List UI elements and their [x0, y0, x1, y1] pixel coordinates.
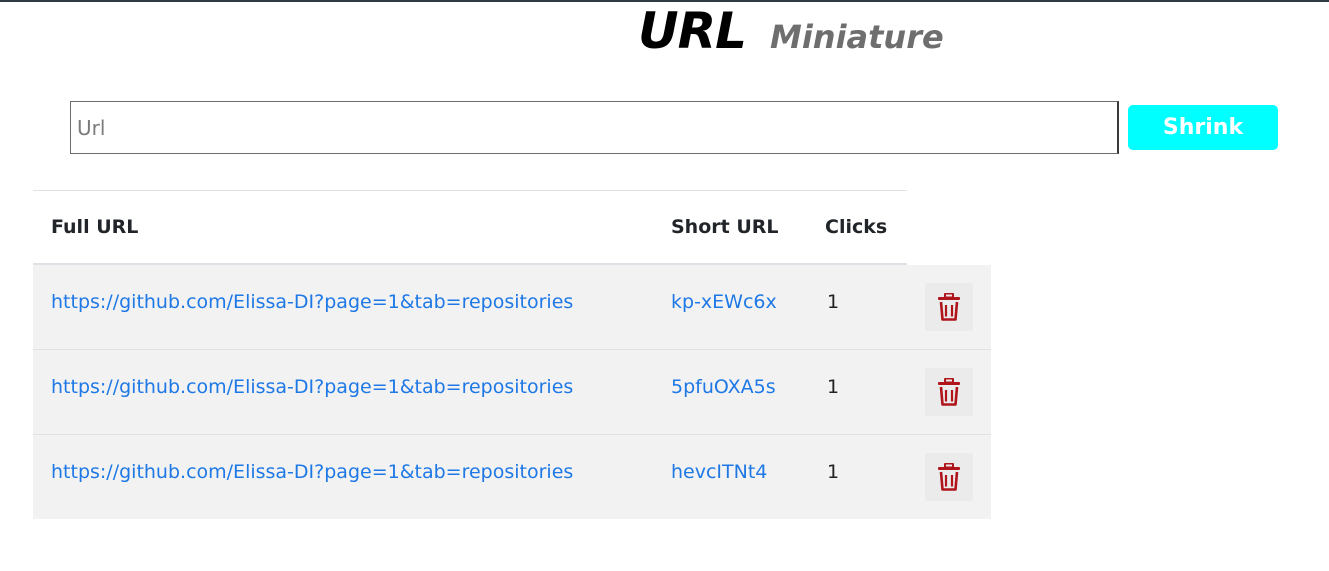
table-row: https://github.com/Elissa-DI?page=1&tab=…: [33, 349, 991, 434]
shorten-form: Shrink: [70, 101, 1278, 154]
table-row: https://github.com/Elissa-DI?page=1&tab=…: [33, 265, 991, 349]
click-count: 1: [827, 461, 840, 483]
trash-icon: [938, 378, 960, 406]
header-clicks: Clicks: [825, 216, 888, 238]
trash-icon: [938, 293, 960, 321]
logo-subtitle: Miniature: [769, 18, 944, 56]
short-url-link[interactable]: kp-xEWc6x: [671, 291, 777, 313]
header-full-url: Full URL: [51, 216, 139, 238]
shrink-button[interactable]: Shrink: [1128, 105, 1278, 150]
click-count: 1: [827, 291, 840, 313]
url-table-body: https://github.com/Elissa-DI?page=1&tab=…: [33, 265, 991, 519]
logo-title: URL: [638, 2, 747, 60]
trash-icon: [938, 463, 960, 491]
short-url-link[interactable]: 5pfuOXA5s: [671, 376, 776, 398]
header-short-url: Short URL: [671, 216, 779, 238]
click-count: 1: [827, 376, 840, 398]
delete-button[interactable]: [925, 368, 973, 416]
full-url-link[interactable]: https://github.com/Elissa-DI?page=1&tab=…: [51, 376, 573, 398]
full-url-link[interactable]: https://github.com/Elissa-DI?page=1&tab=…: [51, 461, 573, 483]
app-logo: URL Miniature: [638, 2, 944, 60]
full-url-link[interactable]: https://github.com/Elissa-DI?page=1&tab=…: [51, 291, 573, 313]
short-url-link[interactable]: hevcITNt4: [671, 461, 767, 483]
table-row: https://github.com/Elissa-DI?page=1&tab=…: [33, 434, 991, 519]
url-input[interactable]: [70, 101, 1119, 154]
table-header: Full URL Short URL Clicks: [33, 191, 907, 265]
delete-button[interactable]: [925, 453, 973, 501]
delete-button[interactable]: [925, 283, 973, 331]
